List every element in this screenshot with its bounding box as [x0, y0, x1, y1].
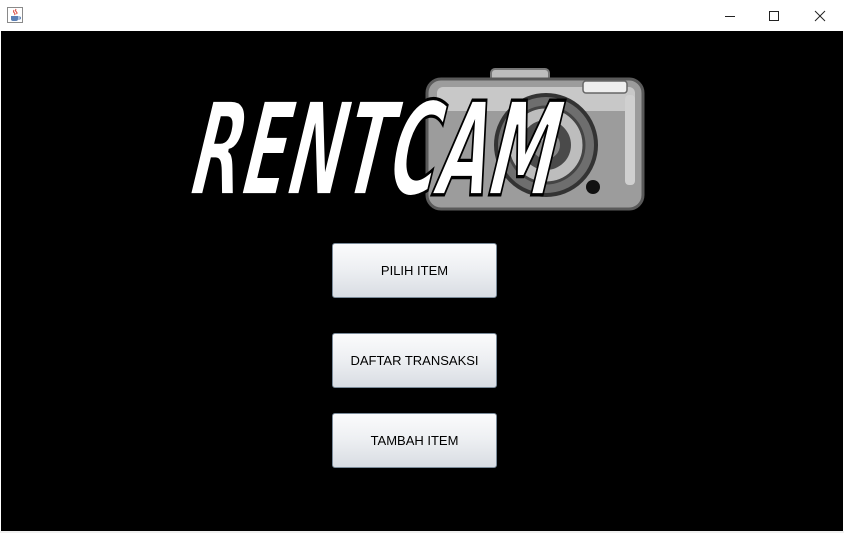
daftar-transaksi-button[interactable]: DAFTAR TRANSAKSI [332, 333, 497, 388]
rentcam-logo: RENTCAM [191, 68, 645, 217]
maximize-icon [769, 10, 779, 21]
maximize-button[interactable] [751, 0, 797, 31]
daftar-transaksi-label: DAFTAR TRANSAKSI [350, 353, 479, 368]
pilih-item-label: PILIH ITEM [380, 263, 449, 278]
pilih-item-button[interactable]: PILIH ITEM [332, 243, 497, 298]
tambah-item-label: TAMBAH ITEM [370, 433, 459, 448]
main-panel: RENTCAM PILIH ITEM DAFTAR TRANSAKSI TAMB… [1, 31, 843, 531]
title-bar[interactable] [0, 0, 844, 31]
tambah-item-button[interactable]: TAMBAH ITEM [332, 413, 497, 468]
minimize-button[interactable] [707, 0, 753, 31]
minimize-icon [725, 15, 735, 17]
rentcam-logo-text: RENTCAM [191, 75, 571, 217]
close-icon [814, 10, 826, 21]
close-button[interactable] [797, 0, 843, 31]
java-cup-icon [7, 7, 23, 23]
